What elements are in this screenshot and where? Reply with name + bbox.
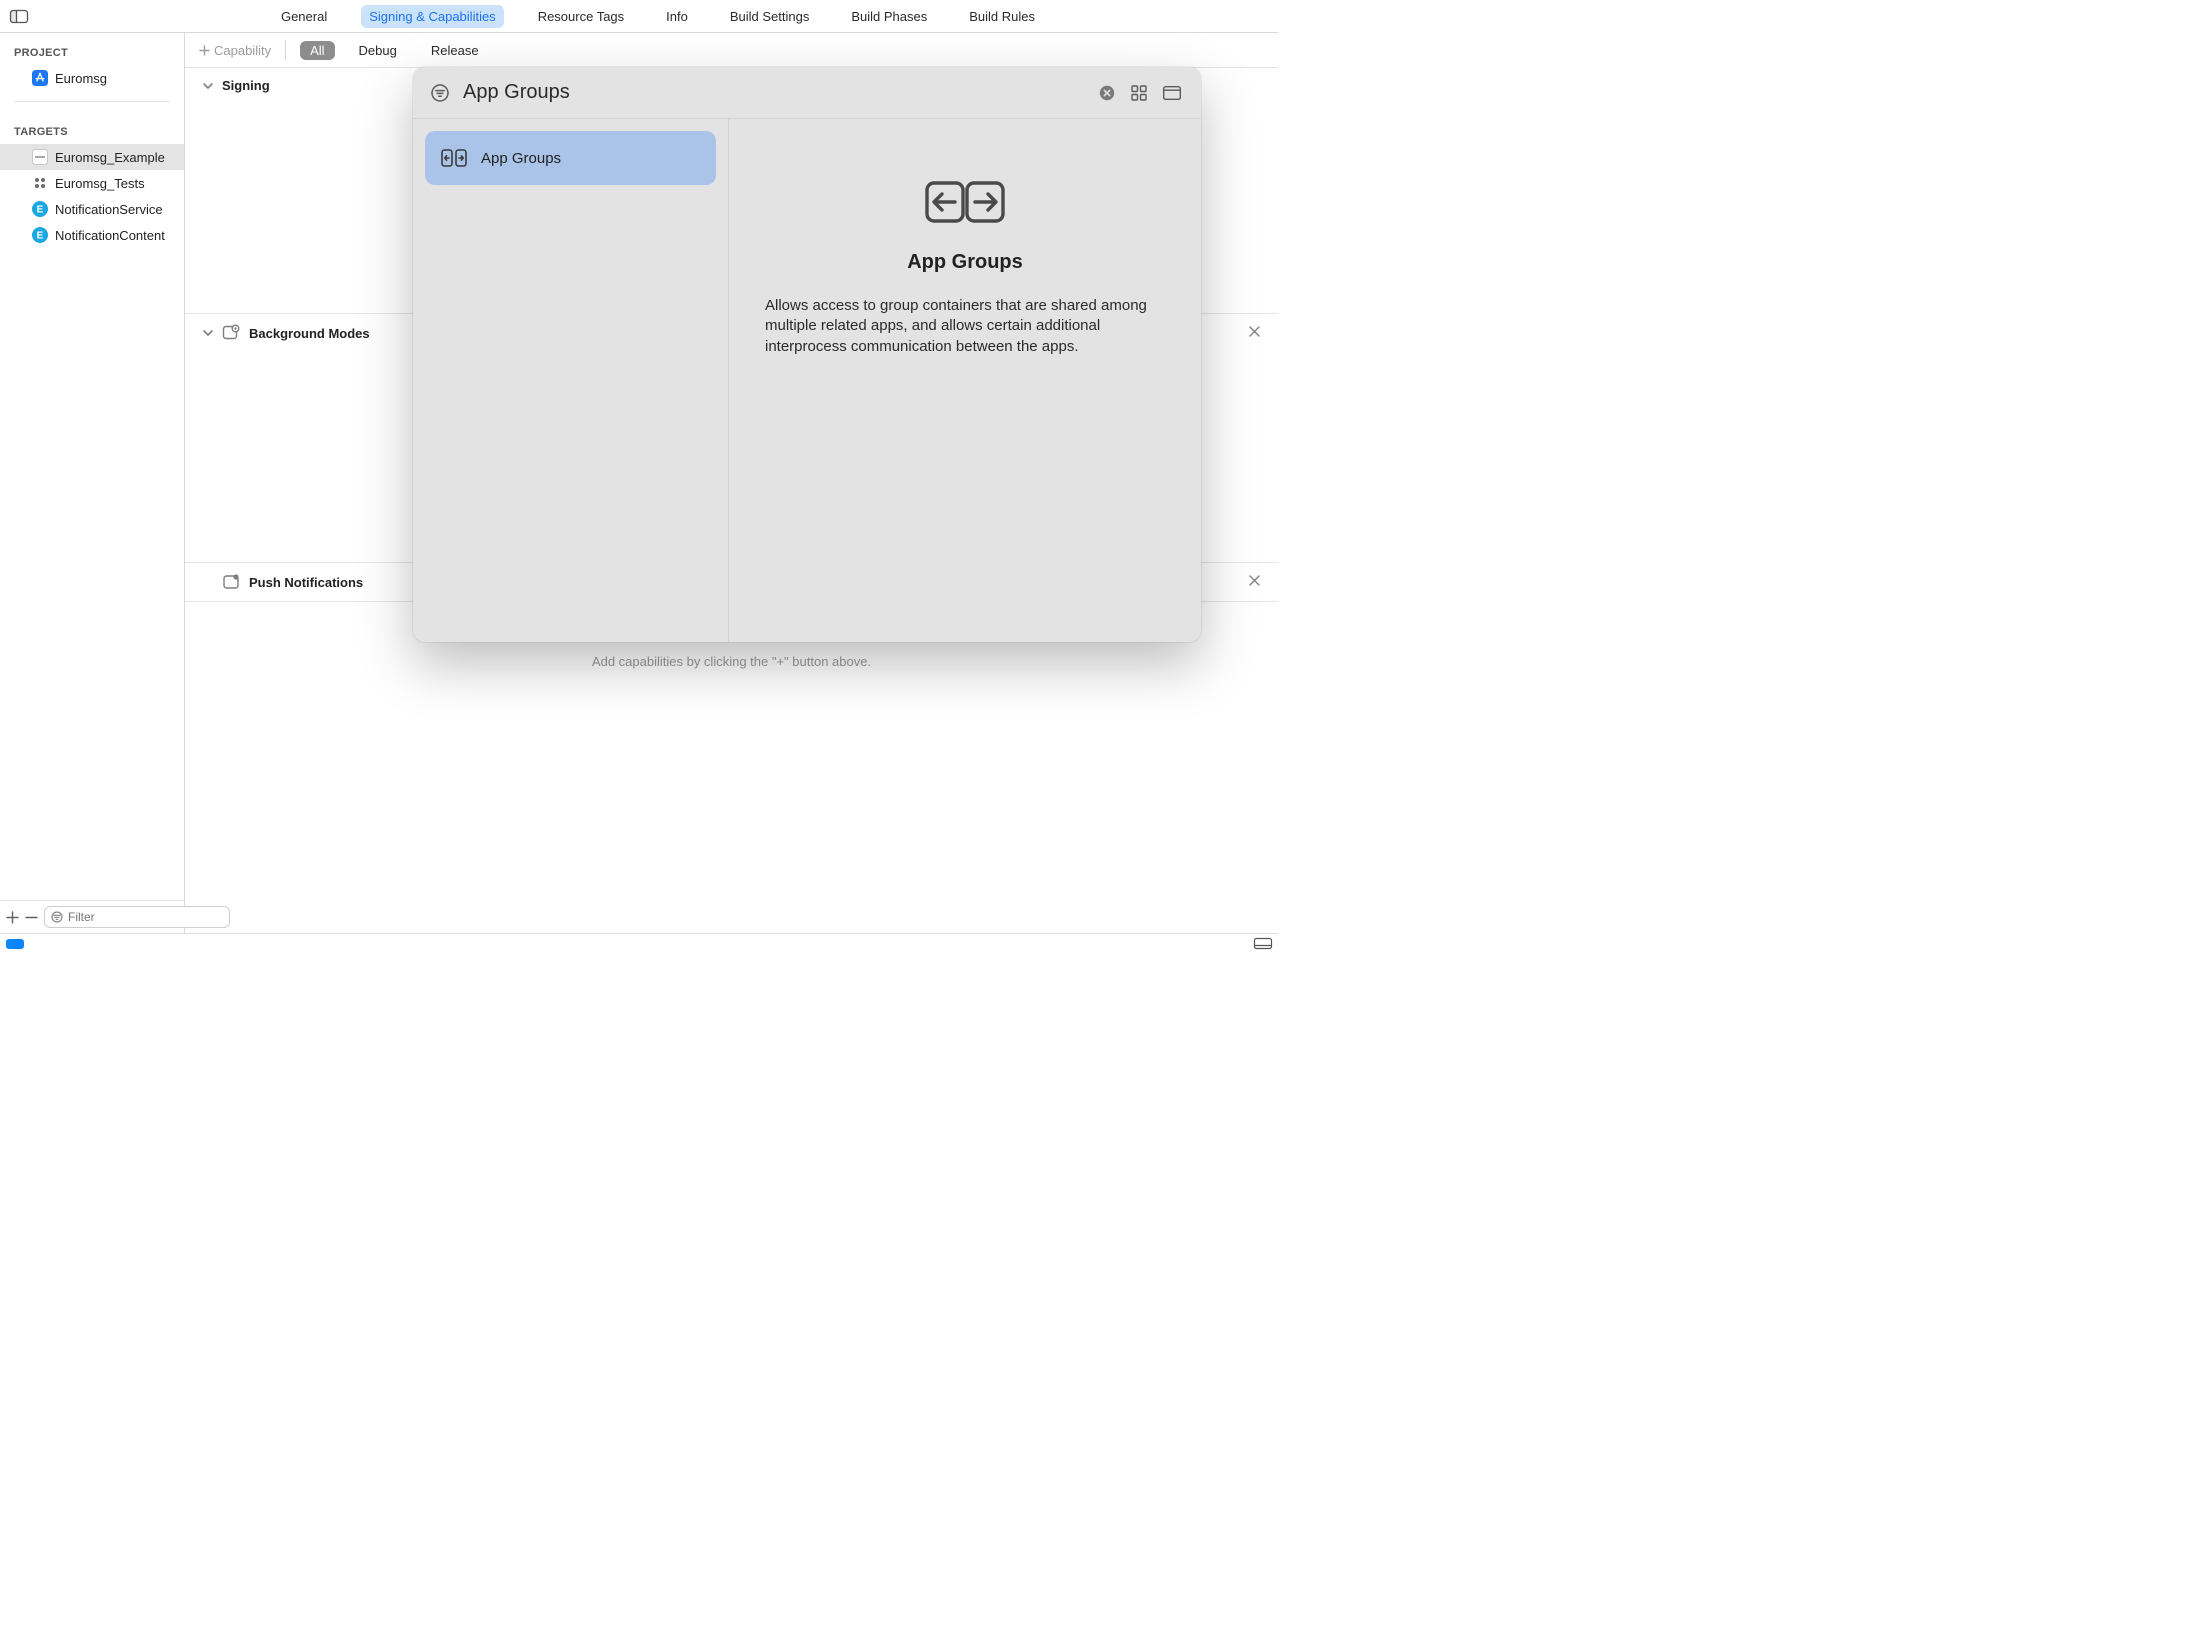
- chevron-down-icon: [203, 328, 213, 338]
- status-indicator[interactable]: [6, 939, 24, 949]
- target-label: NotificationContent: [55, 228, 165, 243]
- sidebar-left-icon: [10, 10, 28, 23]
- tab-signing-capabilities[interactable]: Signing & Capabilities: [361, 5, 503, 28]
- popover-clear-search-button[interactable]: [1099, 85, 1115, 101]
- popover-filter-button[interactable]: [431, 84, 449, 102]
- config-filter-release[interactable]: Release: [421, 41, 489, 60]
- close-icon: [1249, 575, 1260, 586]
- remove-target-button[interactable]: [25, 906, 38, 928]
- plus-icon: [6, 911, 19, 924]
- remove-capability-button[interactable]: [1249, 575, 1260, 586]
- tab-build-rules[interactable]: Build Rules: [961, 5, 1043, 28]
- sidebar-section-targets: TARGETS: [0, 112, 184, 144]
- tab-info[interactable]: Info: [658, 5, 696, 28]
- sidebar-footer: [0, 900, 184, 933]
- toggle-left-sidebar-button[interactable]: [0, 10, 38, 23]
- popover-view-split-button[interactable]: [1163, 86, 1181, 100]
- popover-view-grid-button[interactable]: [1131, 85, 1147, 101]
- popover-item-label: App Groups: [481, 150, 561, 167]
- filter-lines-icon: [431, 84, 449, 102]
- minus-icon: [25, 911, 38, 924]
- clear-circle-icon: [1099, 85, 1115, 101]
- test-target-icon: [32, 175, 48, 191]
- toggle-bottom-panel-button[interactable]: [1254, 938, 1272, 949]
- chevron-down-icon: [203, 81, 213, 91]
- filter-icon: [51, 911, 63, 923]
- editor-tab-bar: General Signing & Capabilities Resource …: [0, 0, 1278, 33]
- add-target-button[interactable]: [6, 906, 19, 928]
- capability-title: Background Modes: [249, 326, 370, 341]
- extension-target-icon: E: [32, 201, 48, 217]
- statusbar: [0, 933, 1278, 953]
- app-groups-large-icon: [925, 181, 1005, 223]
- toolbar-divider: [285, 40, 286, 60]
- plus-icon: [199, 45, 210, 56]
- disclosure-button[interactable]: [203, 81, 213, 91]
- target-label: NotificationService: [55, 202, 163, 217]
- capabilities-toolbar: Capability All Debug Release: [185, 33, 1278, 68]
- config-filter-debug[interactable]: Debug: [349, 41, 407, 60]
- app-target-icon: [32, 149, 48, 165]
- svg-text:E: E: [37, 231, 44, 242]
- extension-target-icon: E: [32, 227, 48, 243]
- popover-title: App Groups: [463, 81, 570, 104]
- target-label: Euromsg_Example: [55, 150, 165, 165]
- project-name-label: Euromsg: [55, 71, 107, 86]
- popover-detail-pane: App Groups Allows access to group contai…: [729, 119, 1201, 642]
- remove-capability-button[interactable]: [1249, 326, 1260, 337]
- capability-title: Push Notifications: [249, 575, 363, 590]
- grid-icon: [1131, 85, 1147, 101]
- popover-item-app-groups[interactable]: App Groups: [425, 131, 716, 185]
- add-capability-label: Capability: [214, 43, 271, 58]
- config-filter-all[interactable]: All: [300, 41, 334, 60]
- project-navigator-sidebar: PROJECT Euromsg TARGETS: [0, 33, 185, 933]
- close-icon: [1249, 326, 1260, 337]
- sidebar-section-project: PROJECT: [0, 33, 184, 65]
- capability-title: Signing: [222, 78, 270, 93]
- app-groups-icon: [441, 148, 467, 168]
- tab-build-settings[interactable]: Build Settings: [722, 5, 818, 28]
- target-label: Euromsg_Tests: [55, 176, 145, 191]
- popover-detail-heading: App Groups: [907, 251, 1023, 274]
- target-row-notificationcontent[interactable]: E NotificationContent: [0, 222, 184, 248]
- panel-bottom-icon: [1254, 938, 1272, 949]
- appstore-icon: [32, 70, 48, 86]
- tab-resource-tags[interactable]: Resource Tags: [530, 5, 632, 28]
- popover-detail-description: Allows access to group containers that a…: [765, 296, 1165, 357]
- tab-general[interactable]: General: [273, 5, 335, 28]
- background-modes-icon: [222, 324, 240, 342]
- add-capability-button[interactable]: Capability: [199, 43, 271, 58]
- split-view-icon: [1163, 86, 1181, 100]
- popover-titlebar: App Groups: [413, 67, 1201, 119]
- svg-text:E: E: [37, 205, 44, 216]
- target-row-euromsg-example[interactable]: Euromsg_Example: [0, 144, 184, 170]
- disclosure-button[interactable]: [203, 328, 213, 338]
- popover-capability-list: App Groups: [413, 119, 729, 642]
- target-row-euromsg-tests[interactable]: Euromsg_Tests: [0, 170, 184, 196]
- target-row-notificationservice[interactable]: E NotificationService: [0, 196, 184, 222]
- sidebar-divider: [14, 101, 170, 102]
- push-notifications-icon: [222, 573, 240, 591]
- tab-build-phases[interactable]: Build Phases: [843, 5, 935, 28]
- sidebar-project-row[interactable]: Euromsg: [0, 65, 184, 91]
- add-capability-popover: App Groups: [413, 67, 1201, 642]
